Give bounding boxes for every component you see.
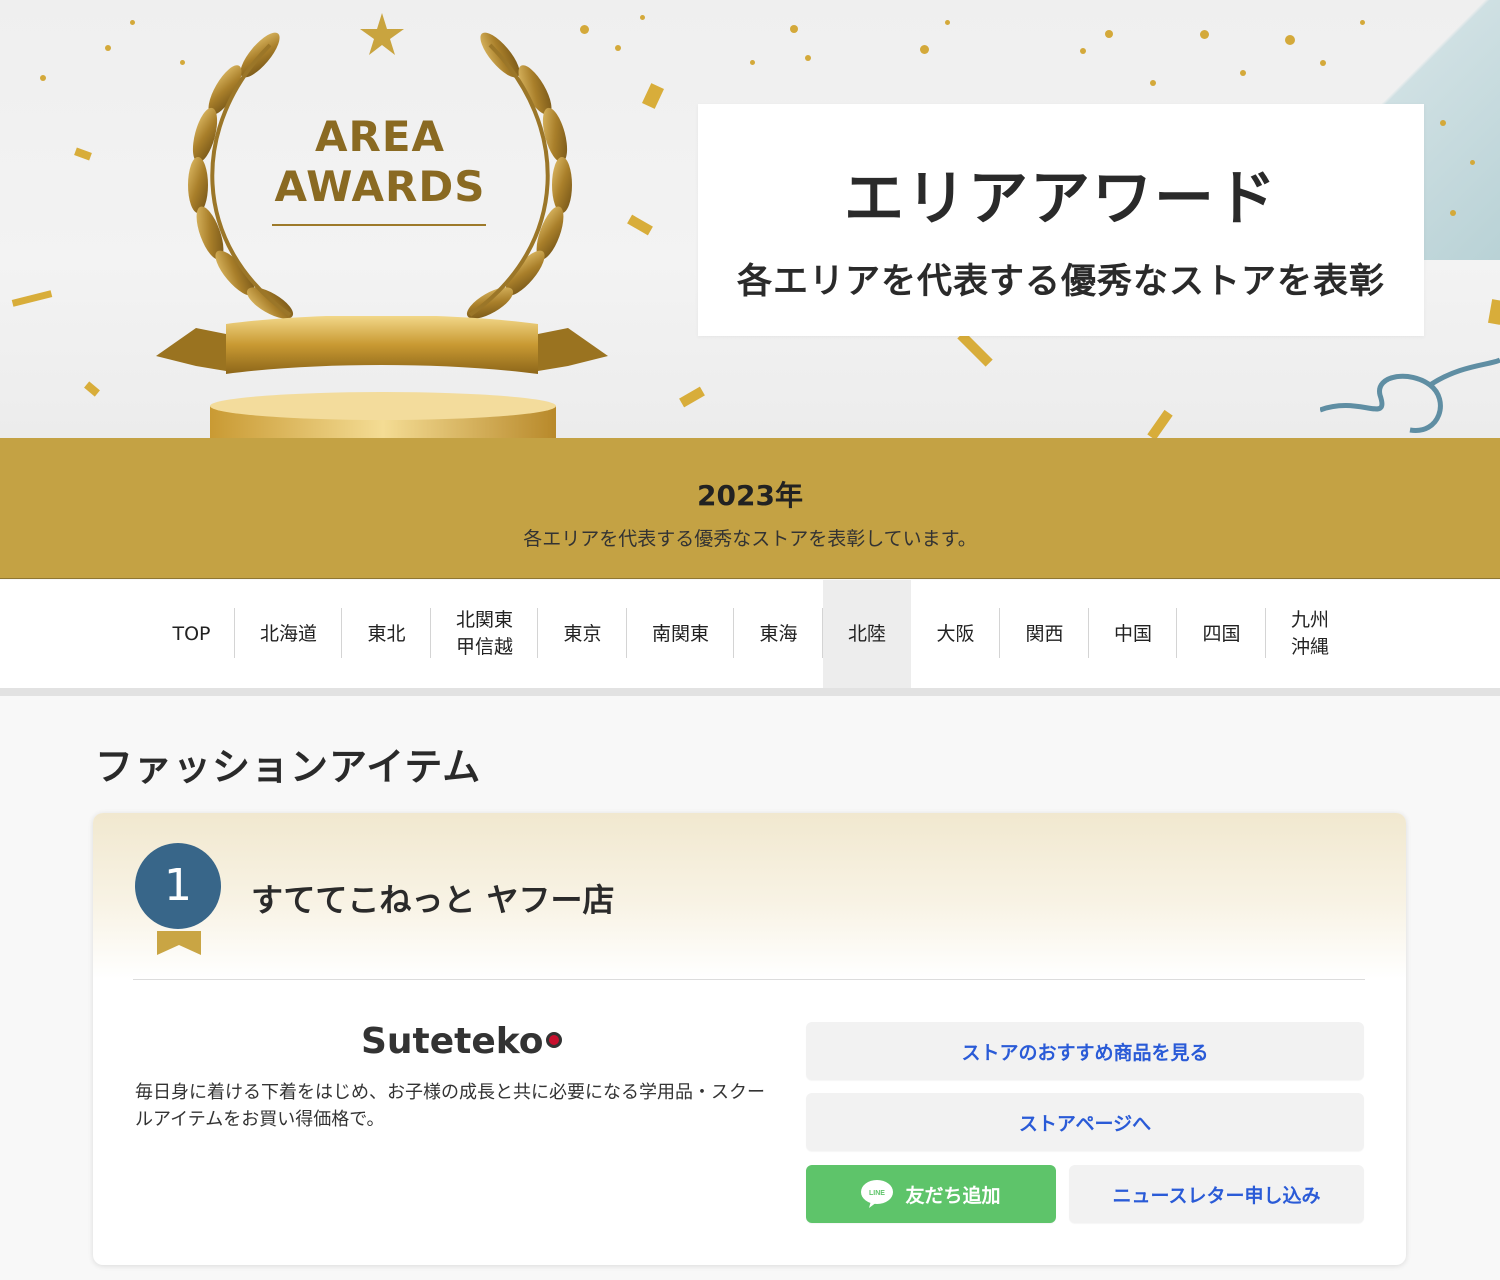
award-text-line2: AWARDS [274, 162, 486, 211]
nav-item-kitakanto-koshinetsu[interactable]: 北関東 甲信越 [431, 580, 538, 688]
svg-text:LINE: LINE [870, 1190, 886, 1197]
logo-dot-icon [545, 1032, 562, 1048]
nav-item-hokkaido[interactable]: 北海道 [235, 580, 342, 688]
nav-item-kyushu-okinawa[interactable]: 九州 沖縄 [1266, 580, 1354, 688]
nav-item-kansai[interactable]: 関西 [1000, 580, 1089, 688]
recommended-items-button[interactable]: ストアのおすすめ商品を見る [806, 1022, 1364, 1080]
card-divider [133, 979, 1365, 980]
store-description: 毎日身に着ける下着をはじめ、お子様の成長と共に必要になる学用品・スクールアイテム… [135, 1082, 765, 1130]
store-award-card: 1 すててこねっと ヤフー店 Suteteko 毎日身に着ける下着をはじめ、お子… [93, 813, 1406, 1265]
nav-item-shikoku[interactable]: 四国 [1177, 580, 1266, 688]
hero-title-card: エリアアワード 各エリアを代表する優秀なストアを表彰 [698, 104, 1424, 336]
teal-ribbon-decoration [1320, 357, 1500, 433]
line-add-friend-label: 友だち追加 [905, 1184, 1001, 1207]
nav-item-top[interactable]: TOP [148, 580, 235, 688]
nav-item-chugoku[interactable]: 中国 [1089, 580, 1177, 688]
line-add-friend-button[interactable]: LINE 友だち追加 [806, 1165, 1056, 1223]
hero-banner: AREA AWARDS エリアアワード 各エリアを代表する優秀なストアを表彰 [0, 0, 1500, 438]
line-icon: LINE [861, 1180, 894, 1208]
nav-item-hokuriku[interactable]: 北陸 [823, 580, 911, 688]
area-nav: TOP 北海道 東北 北関東 甲信越 東京 南関東 東海 北陸 大阪 関西 中国 … [0, 580, 1500, 696]
gold-ribbon-icon [156, 316, 608, 374]
store-logo[interactable]: Suteteko [361, 1021, 562, 1062]
store-page-button[interactable]: ストアページへ [806, 1093, 1364, 1151]
nav-item-osaka[interactable]: 大阪 [911, 580, 1000, 688]
hero-title: エリアアワード [844, 164, 1278, 234]
award-year: 2023年 [697, 479, 803, 512]
award-year-description: 各エリアを代表する優秀なストアを表彰しています。 [523, 528, 977, 550]
nav-item-tokyo[interactable]: 東京 [538, 580, 627, 688]
year-band: 2023年 各エリアを代表する優秀なストアを表彰しています。 [0, 438, 1500, 579]
hero-subtitle: 各エリアを代表する優秀なストアを表彰 [736, 262, 1385, 302]
rank-badge: 1 [135, 843, 221, 929]
category-title: ファッションアイテム [95, 745, 482, 789]
rank-ribbon-icon [157, 931, 201, 955]
store-name: すててこねっと ヤフー店 [251, 881, 615, 919]
nav-item-tokai[interactable]: 東海 [734, 580, 823, 688]
podium-icon [210, 392, 556, 438]
nav-item-minamikanto[interactable]: 南関東 [627, 580, 734, 688]
newsletter-signup-button[interactable]: ニュースレター申し込み [1069, 1165, 1364, 1223]
award-underline [272, 224, 486, 226]
nav-item-tohoku[interactable]: 東北 [342, 580, 431, 688]
award-text-line1: AREA [314, 112, 446, 161]
